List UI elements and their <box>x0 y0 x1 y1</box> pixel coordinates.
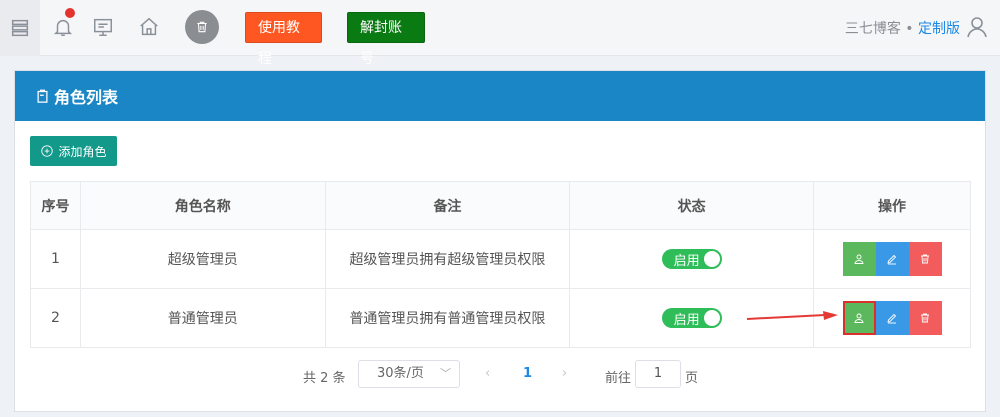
trash-icon <box>197 21 207 33</box>
tutorial-button[interactable]: 使用教程 <box>245 12 322 67</box>
unlock-account-button[interactable]: 解封账号 <box>347 12 425 67</box>
toggle-knob <box>703 251 720 267</box>
chevron-down-icon: ﹀ <box>440 367 451 380</box>
header-no: 序号 <box>30 181 81 230</box>
header-role-name: 角色名称 <box>79 181 326 230</box>
prev-page-button[interactable]: ‹ <box>485 366 490 381</box>
monitor-icon[interactable] <box>90 14 116 40</box>
notification-dot <box>65 8 75 18</box>
brand-separator: • <box>905 21 914 37</box>
role-list-card: 角色列表 添加角色 序号 角色名称 备注 状态 操作 1 超级管理员 超级管理员… <box>14 70 986 412</box>
clipboard-icon <box>37 89 48 103</box>
user-icon <box>854 313 864 323</box>
delete-button[interactable] <box>908 242 942 276</box>
status-toggle[interactable]: 启用 <box>661 308 722 328</box>
header-status: 状态 <box>569 181 815 230</box>
edit-button[interactable] <box>875 242 909 276</box>
cell-role-name: 普通管理员 <box>79 288 326 348</box>
status-toggle[interactable]: 启用 <box>661 249 722 269</box>
cell-no: 1 <box>30 229 81 289</box>
pencil-icon <box>887 313 897 324</box>
trash-icon <box>921 254 930 264</box>
assign-permission-button[interactable] <box>842 242 876 276</box>
annotation-arrow <box>746 311 838 320</box>
cell-actions <box>813 229 971 289</box>
cell-role-name: 超级管理员 <box>79 229 326 289</box>
header-remark: 备注 <box>324 181 571 230</box>
cell-remark: 普通管理员拥有普通管理员权限 <box>324 288 571 348</box>
page-size-value: 30条/页 <box>377 366 424 381</box>
home-icon[interactable] <box>136 14 162 40</box>
user-icon <box>854 254 864 264</box>
card-title: 角色列表 <box>54 88 119 107</box>
status-toggle-label: 启用 <box>673 312 700 328</box>
cell-remark: 超级管理员拥有超级管理员权限 <box>324 229 571 289</box>
menu-toggle-icon[interactable] <box>0 0 40 56</box>
page-size-select[interactable]: 30条/页 ﹀ <box>358 360 460 388</box>
plus-circle-icon <box>41 145 54 157</box>
clear-cache-button[interactable] <box>185 10 219 44</box>
pagination: 共 2 条 30条/页 ﹀ ‹ 1 › 前往 1 页 <box>15 360 987 390</box>
user-icon[interactable] <box>966 15 990 39</box>
add-role-button[interactable]: 添加角色 <box>30 136 117 166</box>
table-header-row: 序号 角色名称 备注 状态 操作 <box>30 181 971 230</box>
goto-label: 前往 <box>605 371 632 386</box>
bell-icon[interactable] <box>50 14 76 40</box>
header-actions: 操作 <box>813 181 971 230</box>
brand-edition: 定制版 <box>918 21 960 37</box>
next-page-button[interactable]: › <box>562 366 567 381</box>
delete-button[interactable] <box>908 301 942 335</box>
brand-label: 三七博客 • 定制版 <box>845 18 960 38</box>
pencil-icon <box>887 254 897 265</box>
trash-icon <box>921 313 930 323</box>
page-number-current[interactable]: 1 <box>523 366 532 381</box>
edit-button[interactable] <box>875 301 909 335</box>
assign-permission-button[interactable] <box>842 301 876 335</box>
top-bar: 使用教程 解封账号 三七博客 • 定制版 <box>0 0 1000 67</box>
add-role-label: 添加角色 <box>58 144 107 159</box>
page-unit-label: 页 <box>685 371 699 386</box>
goto-page-input[interactable]: 1 <box>635 360 681 388</box>
table-row: 1 超级管理员 超级管理员拥有超级管理员权限 启用 <box>30 229 971 289</box>
status-toggle-label: 启用 <box>673 253 700 269</box>
toggle-knob <box>703 310 720 326</box>
brand-name: 三七博客 <box>844 21 901 37</box>
cell-no: 2 <box>30 288 81 348</box>
pagination-total: 共 2 条 <box>303 371 346 386</box>
cell-status: 启用 <box>569 229 815 289</box>
card-header: 角色列表 <box>15 71 985 121</box>
